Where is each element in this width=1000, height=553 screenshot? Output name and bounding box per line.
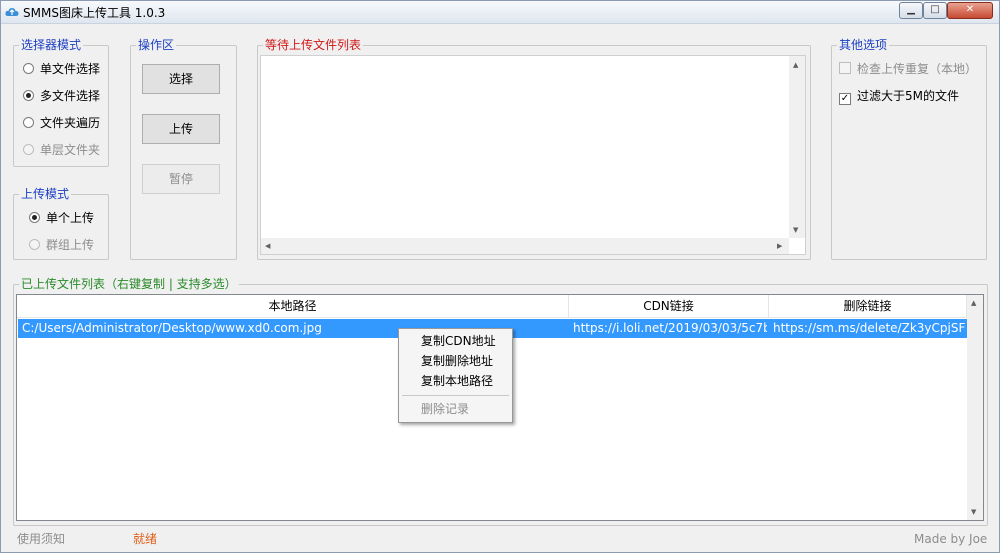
menu-item-copy-delete[interactable]: 复制删除地址 [421, 353, 493, 369]
column-local-path[interactable]: 本地路径 [17, 295, 569, 317]
column-cdn-link[interactable]: CDN链接 [569, 295, 769, 317]
radio-single-level-folder: 单层文件夹 [23, 143, 100, 157]
radio-disabled-icon [23, 144, 34, 155]
menu-item-delete-record: 删除记录 [421, 402, 470, 416]
radio-disabled-icon [29, 239, 40, 250]
radio-icon [23, 63, 34, 74]
radio-group-upload: 群组上传 [29, 238, 94, 252]
menu-item-copy-local-path[interactable]: 复制本地路径 [421, 373, 493, 389]
scroll-down-icon[interactable]: ▼ [971, 508, 976, 516]
status-text: 就绪 [133, 532, 158, 546]
usage-notice-link[interactable]: 使用须知 [17, 532, 65, 546]
cell-cdn-link: https://i.loli.net/2019/03/03/5c7b [573, 321, 767, 335]
upload-button[interactable]: 上传 [142, 114, 220, 144]
pending-vertical-scrollbar[interactable]: ▲ ▼ [789, 56, 805, 238]
check-duplicate-checkbox: 检查上传重复（本地） [839, 62, 977, 76]
upload-mode-title: 上传模式 [19, 187, 72, 201]
checkbox-disabled-icon [839, 62, 851, 74]
minimize-button[interactable]: ▁ [899, 2, 923, 19]
maximize-button[interactable]: □ [923, 2, 947, 19]
selector-mode-title: 选择器模式 [19, 38, 84, 52]
scroll-up-icon[interactable]: ▲ [793, 61, 798, 69]
pending-horizontal-scrollbar[interactable]: ◀ ▶ [261, 238, 789, 254]
other-options-group: 其他选项 [831, 38, 987, 260]
radio-single-file[interactable]: 单文件选择 [23, 62, 100, 76]
menu-item-copy-cdn[interactable]: 复制CDN地址 [421, 333, 496, 349]
uploaded-title: 已上传文件列表（右键复制 | 支持多选） [19, 277, 239, 291]
scroll-down-icon[interactable]: ▼ [793, 226, 798, 234]
radio-selected-icon [23, 90, 34, 101]
window-title: SMMS图床上传工具 1.0.3 [23, 6, 166, 20]
scroll-right-icon[interactable]: ▶ [777, 242, 782, 250]
radio-multi-file[interactable]: 多文件选择 [23, 89, 100, 103]
checkbox-checked-icon: ✓ [839, 93, 851, 105]
pause-button: 暂停 [142, 164, 220, 194]
scroll-left-icon[interactable]: ◀ [265, 242, 270, 250]
credit-text: Made by Joe [914, 532, 988, 546]
context-menu: 复制CDN地址 复制删除地址 复制本地路径 删除记录 [398, 328, 513, 423]
select-button[interactable]: 选择 [142, 64, 220, 94]
uploaded-vertical-scrollbar[interactable]: ▲ ▼ [967, 295, 983, 520]
title-bar: SMMS图床上传工具 1.0.3 ▁ □ ✕ [1, 1, 999, 24]
menu-separator [402, 395, 509, 396]
scroll-up-icon[interactable]: ▲ [971, 299, 976, 307]
radio-folder-traverse[interactable]: 文件夹遍历 [23, 116, 100, 130]
operations-title: 操作区 [136, 38, 177, 52]
radio-single-upload[interactable]: 单个上传 [29, 211, 94, 225]
close-button[interactable]: ✕ [947, 2, 993, 19]
column-delete-link[interactable]: 删除链接 [769, 295, 967, 317]
filter-5m-checkbox[interactable]: ✓ 过滤大于5M的文件 [839, 89, 959, 105]
app-window: SMMS图床上传工具 1.0.3 ▁ □ ✕ 选择器模式 单文件选择 多文件选择… [0, 0, 1000, 553]
list-header: 本地路径 CDN链接 删除链接 [17, 295, 967, 318]
other-options-title: 其他选项 [837, 38, 890, 52]
cloud-icon [5, 8, 19, 16]
cell-delete-link: https://sm.ms/delete/Zk3yCpjSFsi [773, 321, 966, 335]
pending-title: 等待上传文件列表 [263, 38, 364, 52]
pending-file-list[interactable]: ▲ ▼ ◀ ▶ [260, 55, 806, 255]
radio-selected-icon [29, 212, 40, 223]
radio-icon [23, 117, 34, 128]
